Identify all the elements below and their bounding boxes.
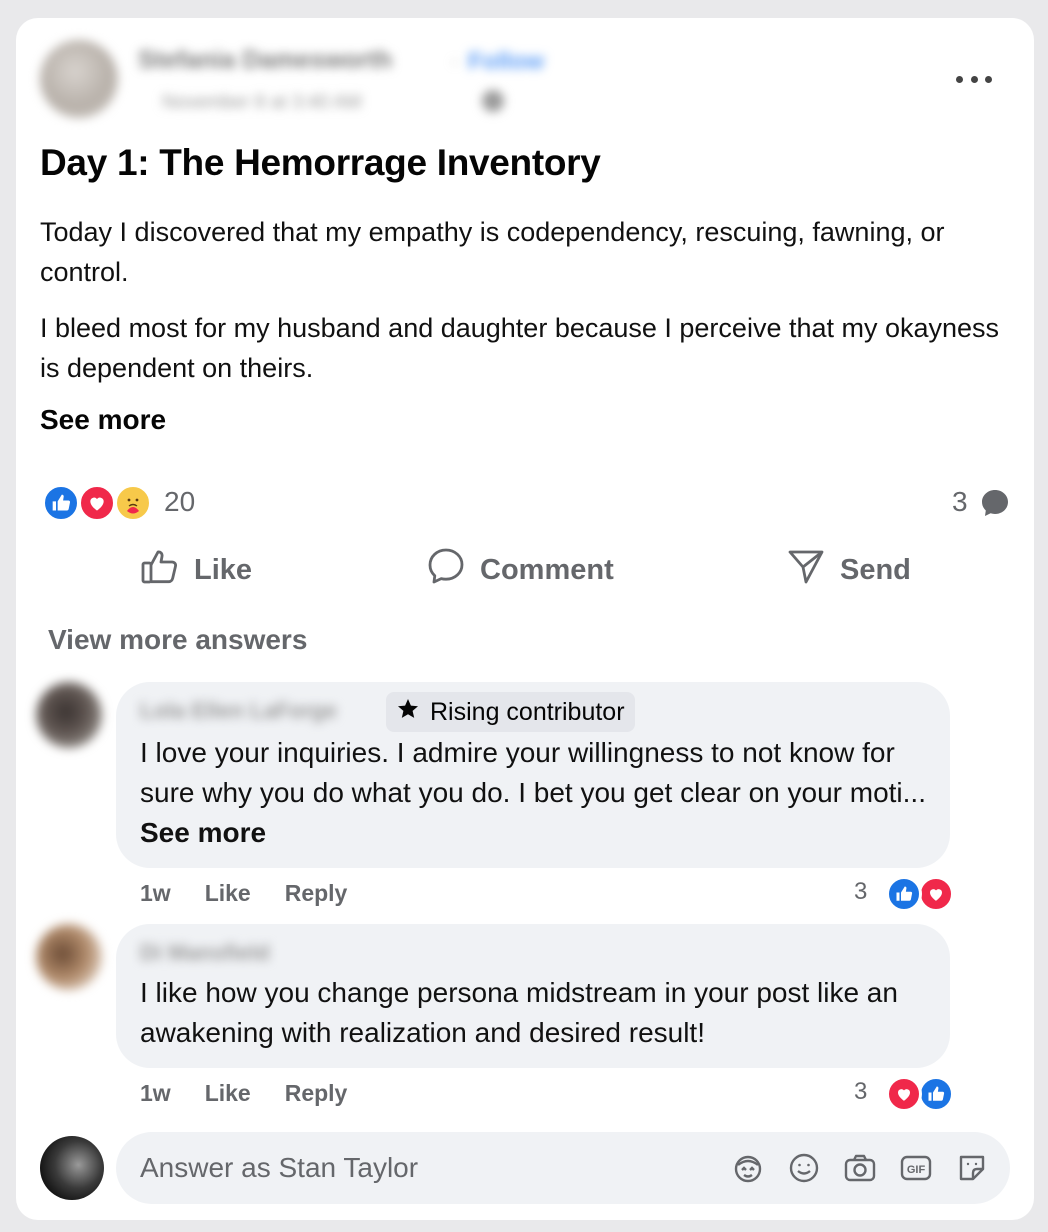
post-card: Stefania Damesworth · Follow November 8 …: [16, 18, 1034, 1220]
comment-reply-button[interactable]: Reply: [285, 1080, 348, 1107]
follow-button[interactable]: Follow: [468, 48, 544, 76]
comment-button[interactable]: Comment: [426, 548, 614, 592]
post-paragraph: I bleed most for my husband and daughter…: [40, 313, 1000, 383]
like-label: Like: [194, 553, 253, 586]
reaction-summary[interactable]: [42, 484, 154, 522]
send-icon: [786, 546, 826, 594]
rising-contributor-badge[interactable]: Rising contributor: [386, 692, 635, 732]
gif-icon[interactable]: GIF: [898, 1150, 934, 1186]
comment-bubble-icon[interactable]: [980, 488, 1010, 518]
comment-like-button[interactable]: Like: [205, 1080, 251, 1107]
current-user-avatar[interactable]: [40, 1136, 104, 1200]
post-paragraph: Today I discovered that my empathy is co…: [40, 217, 945, 287]
comment-meta: 1w Like Reply: [140, 1078, 381, 1108]
avatar-sticker-icon[interactable]: [730, 1150, 766, 1186]
comment-reaction-count: 3: [854, 878, 868, 905]
commenter-avatar[interactable]: [36, 682, 102, 748]
answer-input[interactable]: [140, 1132, 700, 1204]
comment-reaction-count: 3: [854, 1078, 868, 1105]
more-options-icon[interactable]: [956, 68, 992, 90]
commenter-name[interactable]: Lola Ellen LaForge: [140, 698, 337, 724]
comment-reply-button[interactable]: Reply: [285, 880, 348, 907]
author-name[interactable]: Stefania Damesworth: [138, 46, 392, 75]
see-more-link[interactable]: See more: [140, 817, 266, 848]
care-icon: [114, 484, 152, 522]
reaction-count[interactable]: 20: [164, 486, 195, 518]
commenter-name[interactable]: Di Mansfield: [140, 940, 270, 966]
comment-time[interactable]: 1w: [140, 1080, 171, 1107]
sticker-icon[interactable]: [954, 1150, 990, 1186]
comment-body: I love your inquiries. I admire your wil…: [140, 737, 926, 808]
comment-reactions[interactable]: 3: [854, 1076, 954, 1112]
like-icon: [918, 1076, 954, 1112]
view-more-answers-link[interactable]: View more answers: [48, 624, 307, 656]
send-button[interactable]: Send: [786, 548, 911, 592]
love-icon: [918, 876, 954, 912]
separator-dot: ·: [451, 48, 459, 75]
love-icon: [886, 1076, 922, 1112]
like-icon: [42, 484, 80, 522]
send-label: Send: [840, 553, 911, 586]
audience-globe-icon: [482, 90, 504, 112]
thumbs-up-icon: [140, 546, 180, 594]
comment-label: Comment: [480, 553, 614, 586]
comment-reactions[interactable]: 3: [854, 876, 954, 912]
see-more-link[interactable]: See more: [40, 404, 166, 436]
post-title: Day 1: The Hemorrage Inventory: [40, 142, 601, 183]
answer-composer: GIF: [116, 1132, 1010, 1204]
comment-time[interactable]: 1w: [140, 880, 171, 907]
emoji-icon[interactable]: [786, 1150, 822, 1186]
commenter-avatar[interactable]: [36, 924, 102, 990]
like-button[interactable]: Like: [140, 548, 252, 592]
star-icon: [396, 697, 420, 728]
svg-text:GIF: GIF: [907, 1164, 926, 1176]
comment-like-button[interactable]: Like: [205, 880, 251, 907]
comment-text: I like how you change persona midstream …: [140, 977, 898, 1048]
camera-icon[interactable]: [842, 1150, 878, 1186]
like-icon: [886, 876, 922, 912]
badge-label: Rising contributor: [430, 697, 625, 726]
comment-count[interactable]: 3: [952, 486, 968, 518]
comment-icon: [426, 546, 466, 594]
author-avatar[interactable]: [40, 40, 118, 118]
post-timestamp[interactable]: November 8 at 3:40 AM: [162, 92, 362, 114]
comment-text: I love your inquiries. I admire your wil…: [140, 733, 940, 853]
love-icon: [78, 484, 116, 522]
comment-meta: 1w Like Reply: [140, 878, 381, 908]
